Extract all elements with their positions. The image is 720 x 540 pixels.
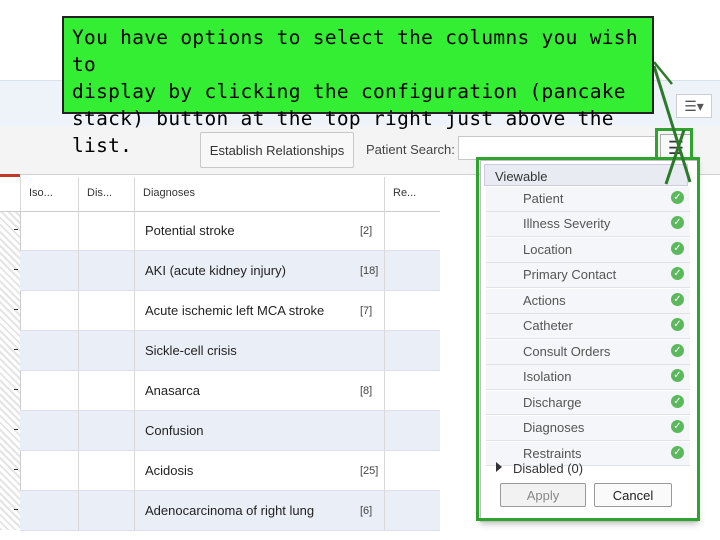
diagnosis-count: [8] [360, 385, 373, 397]
diagnosis-cell: Acidosis [145, 463, 194, 478]
panel-highlight-box [476, 157, 700, 521]
table-row[interactable]: Acidosis [25] [14, 451, 440, 491]
diagnosis-count: [18] [360, 265, 379, 277]
column-header-restraints[interactable]: Re... [384, 177, 440, 211]
table-row[interactable]: Acute ischemic left MCA stroke [7] [14, 291, 440, 331]
top-hamburger-dropdown-icon[interactable]: ☰▾ [676, 94, 712, 118]
grid-header: Iso... Dis... Diagnoses Re... [0, 177, 440, 212]
table-row[interactable]: Sickle-cell crisis [14, 331, 440, 371]
row-tick [14, 229, 18, 230]
row-tick [14, 349, 18, 350]
table-row[interactable]: AKI (acute kidney injury) [18] [14, 251, 440, 291]
column-header-discharge[interactable]: Dis... [78, 177, 134, 211]
callout-text: You have options to select the columns y… [72, 26, 638, 157]
table-row[interactable]: Anasarca [8] [14, 371, 440, 411]
row-tick [14, 309, 18, 310]
row-tick [14, 469, 18, 470]
diagnosis-count: [7] [360, 305, 373, 317]
diagnosis-cell: Potential stroke [145, 223, 235, 238]
diagnosis-cell: Confusion [145, 423, 204, 438]
row-tick [14, 429, 18, 430]
row-tick [14, 269, 18, 270]
row-tick [14, 509, 18, 510]
column-header-isolation[interactable]: Iso... [20, 177, 78, 211]
diagnosis-cell: AKI (acute kidney injury) [145, 263, 286, 278]
patient-list: Potential stroke [2] AKI (acute kidney in… [14, 211, 440, 531]
diagnosis-cell: Anasarca [145, 383, 200, 398]
column-header-diagnoses[interactable]: Diagnoses [134, 177, 384, 211]
diagnosis-cell: Sickle-cell crisis [145, 343, 237, 358]
row-tick [14, 389, 18, 390]
diagnosis-cell: Acute ischemic left MCA stroke [145, 303, 325, 318]
table-row[interactable]: Confusion [14, 411, 440, 451]
diagnosis-count: [2] [360, 225, 373, 237]
instruction-callout: You have options to select the columns y… [62, 16, 654, 157]
diagnosis-cell: Adenocarcinoma of right lung [145, 503, 315, 518]
diagnosis-count: [25] [360, 465, 379, 477]
table-row[interactable]: Adenocarcinoma of right lung [6] [14, 491, 440, 531]
table-row[interactable]: Potential stroke [2] [14, 211, 440, 251]
diagnosis-count: [6] [360, 505, 373, 517]
